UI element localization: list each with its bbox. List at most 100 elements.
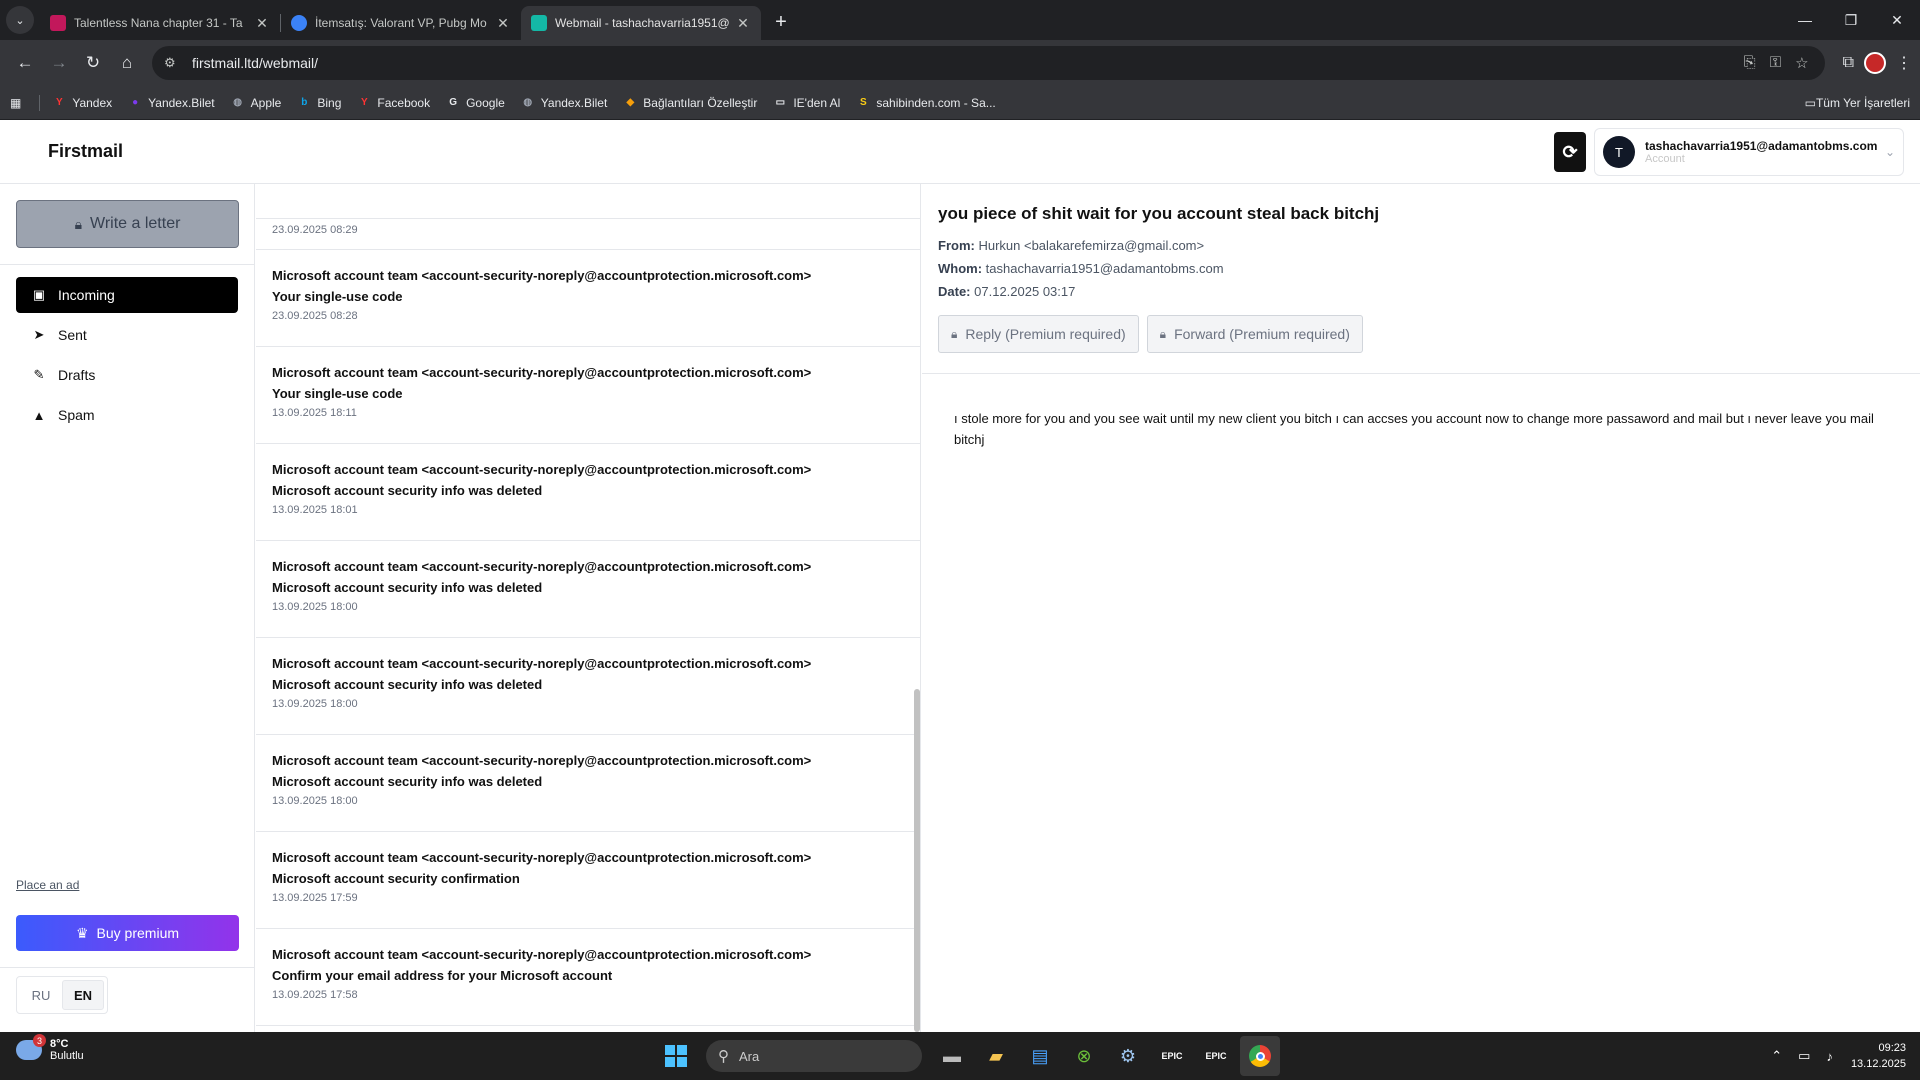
home-icon[interactable]: ⌂	[110, 46, 144, 80]
steam-icon[interactable]: ⚙	[1108, 1036, 1148, 1076]
clock[interactable]: 09:23 13.12.2025	[1851, 1040, 1906, 1072]
sidebar-item-spam[interactable]: ▲ Spam	[16, 397, 238, 433]
bookmark-item[interactable]: ● Yandex.Bilet	[128, 96, 215, 110]
write-letter-label: Write a letter	[90, 215, 181, 232]
mail-subject: you piece of shit wait for you account s…	[938, 204, 1380, 223]
mail-from: Microsoft account team <account-security…	[272, 268, 812, 283]
list-item[interactable]: Microsoft account team <account-security…	[256, 347, 920, 444]
site-settings-icon[interactable]: ⚙	[164, 55, 182, 71]
epic-games-icon[interactable]: EPIC	[1196, 1036, 1236, 1076]
mail-reader: you piece of shit wait for you account s…	[922, 184, 1920, 1032]
sidebar-item-drafts[interactable]: ✎ Drafts	[16, 357, 238, 393]
refresh-button[interactable]: ⟳	[1554, 132, 1586, 172]
forward-icon[interactable]: →	[42, 46, 76, 80]
buy-premium-button[interactable]: ♛ Buy premium	[16, 915, 239, 951]
translate-icon[interactable]: ⎘	[1744, 54, 1756, 72]
all-bookmarks-label: Tüm Yer İşaretleri	[1815, 95, 1910, 110]
mail-to: Whom: tashachavarria1951@adamantobms.com	[938, 261, 1224, 276]
reply-button[interactable]: 🔒︎ Reply (Premium required)	[938, 315, 1139, 353]
sidebar-item-sent[interactable]: ➤ Sent	[16, 317, 238, 353]
browser-tab-active[interactable]: Webmail - tashachavarria1951@ ✕	[521, 6, 761, 40]
url-text[interactable]: firstmail.ltd/webmail/	[192, 55, 1744, 71]
reply-label: Reply (Premium required)	[965, 326, 1126, 342]
task-view-icon[interactable]: ▬	[932, 1036, 972, 1076]
bookmark-label: Yandex.Bilet	[540, 95, 608, 110]
xbox-icon[interactable]: ⊗	[1064, 1036, 1104, 1076]
mail-from: Microsoft account team <account-security…	[272, 753, 812, 768]
browser-tab-strip: ⌄ Talentless Nana chapter 31 - Ta ✕ İtem…	[0, 0, 1920, 40]
search-placeholder: Ara	[739, 1048, 760, 1064]
close-tab-icon[interactable]: ✕	[735, 15, 751, 32]
sidebar-item-incoming[interactable]: ▣ Incoming	[16, 277, 238, 313]
write-letter-button[interactable]: 🔒︎ Write a letter	[16, 200, 239, 248]
language-switcher: RU EN	[16, 976, 108, 1014]
volume-icon[interactable]: ♪	[1826, 1049, 1833, 1064]
mail-date: 13.09.2025 18:00	[272, 795, 358, 807]
bookmark-item[interactable]: G Google	[446, 96, 505, 110]
list-item[interactable]: Microsoft account team <account-security…	[256, 832, 920, 929]
bookmark-label: Facebook	[377, 95, 431, 110]
language-en[interactable]: EN	[62, 980, 104, 1010]
logo[interactable]: Firstmail	[48, 141, 123, 162]
list-item[interactable]: Microsoft account team <account-security…	[256, 541, 920, 638]
reload-icon[interactable]: ↻	[76, 46, 110, 80]
list-item[interactable]: Microsoft account team <account-security…	[256, 250, 920, 347]
bookmark-label: Apple	[250, 95, 282, 110]
browser-tab[interactable]: İtemsatış: Valorant VP, Pubg Mo ✕	[281, 6, 521, 40]
minimize-icon[interactable]: —	[1782, 0, 1828, 40]
bookmark-item[interactable]: Y Yandex	[52, 96, 112, 110]
account-dropdown[interactable]: T tashachavarria1951@adamantobms.com Acc…	[1594, 128, 1904, 176]
bookmark-item[interactable]: b Bing	[297, 96, 341, 110]
bookmarks-bar: ▦ Y Yandex ● Yandex.Bilet ◍ Apple b Bing Y Facebo…	[0, 86, 1920, 120]
list-item[interactable]: Microsoft account team <account-security…	[256, 735, 920, 832]
bookmark-item[interactable]: Ssahibinden.com - Sa...	[856, 95, 996, 110]
list-item[interactable]: Microsoft account team <account-security…	[256, 444, 920, 541]
all-bookmarks[interactable]: ▭ Tüm Yer İşaretleri	[1805, 96, 1910, 110]
bookmark-star-icon[interactable]: ☆	[1795, 54, 1808, 72]
tab-favicon	[291, 15, 307, 31]
bookmark-item[interactable]: ◍ Apple	[231, 95, 282, 110]
place-ad-link[interactable]: Place an ad	[16, 878, 79, 892]
weather-widget[interactable]: 3 8°C Bulutlu	[16, 1034, 84, 1062]
tab-search-button[interactable]: ⌄	[6, 6, 34, 34]
start-button[interactable]	[656, 1036, 696, 1076]
browser-tab[interactable]: Talentless Nana chapter 31 - Ta ✕	[40, 6, 280, 40]
close-tab-icon[interactable]: ✕	[254, 15, 270, 32]
language-ru[interactable]: RU	[20, 980, 62, 1010]
restore-icon[interactable]: ❐	[1828, 0, 1874, 40]
mail-from: From: Hurkun <balakarefemirza@gmail.com>	[938, 238, 1205, 253]
password-key-icon[interactable]: ⚿	[1770, 54, 1781, 72]
mail-list: 23.09.2025 08:29 Microsoft account team …	[256, 184, 921, 1032]
list-item[interactable]: Microsoft account team <account-security…	[256, 638, 920, 735]
apps-grid-icon[interactable]: ▦	[10, 96, 21, 110]
chevron-up-icon[interactable]: ⌃	[1771, 1048, 1782, 1064]
profile-avatar[interactable]	[1864, 52, 1886, 74]
forward-button[interactable]: 🔒︎ Forward (Premium required)	[1146, 315, 1363, 353]
bookmark-label: Yandex	[72, 95, 113, 110]
bookmark-item[interactable]: ◆ Bağlantıları Özelleştir	[623, 96, 757, 110]
epic-games-icon[interactable]: EPIC	[1152, 1036, 1192, 1076]
file-explorer-icon[interactable]: ▰	[976, 1036, 1016, 1076]
new-tab-button[interactable]: +	[767, 8, 795, 36]
bookmark-item[interactable]: Y Facebook	[357, 96, 430, 110]
network-icon[interactable]: ▭	[1798, 1048, 1810, 1064]
address-bar[interactable]: ⚙ firstmail.ltd/webmail/ ⎘ ⚿ ☆	[152, 46, 1825, 80]
mail-date: 23.09.2025 08:28	[272, 310, 358, 322]
back-icon[interactable]: ←	[8, 46, 42, 80]
mail-subject: Microsoft account security info was dele…	[272, 580, 543, 595]
list-item[interactable]: 23.09.2025 08:29	[256, 184, 920, 250]
taskbar-search[interactable]: ⚲ Ara	[706, 1040, 922, 1072]
bookmark-item[interactable]: ▭ IE'den Al	[773, 96, 841, 110]
chrome-icon[interactable]	[1240, 1036, 1280, 1076]
close-tab-icon[interactable]: ✕	[495, 15, 511, 32]
bookmark-label: sahibinden.com - Sa...	[876, 95, 996, 110]
scrollbar[interactable]	[914, 689, 920, 1032]
mail-date: 13.09.2025 17:58	[272, 989, 358, 1001]
list-item[interactable]: Microsoft account team <account-security…	[256, 929, 920, 1026]
send-icon: ➤	[33, 327, 45, 342]
extensions-icon[interactable]: ⧉	[1843, 54, 1854, 72]
bookmark-item[interactable]: ◍ Yandex.Bilet	[521, 95, 608, 110]
store-icon[interactable]: ▤	[1020, 1036, 1060, 1076]
close-window-icon[interactable]: ✕	[1874, 0, 1920, 40]
menu-icon[interactable]: ⋮	[1896, 53, 1912, 73]
